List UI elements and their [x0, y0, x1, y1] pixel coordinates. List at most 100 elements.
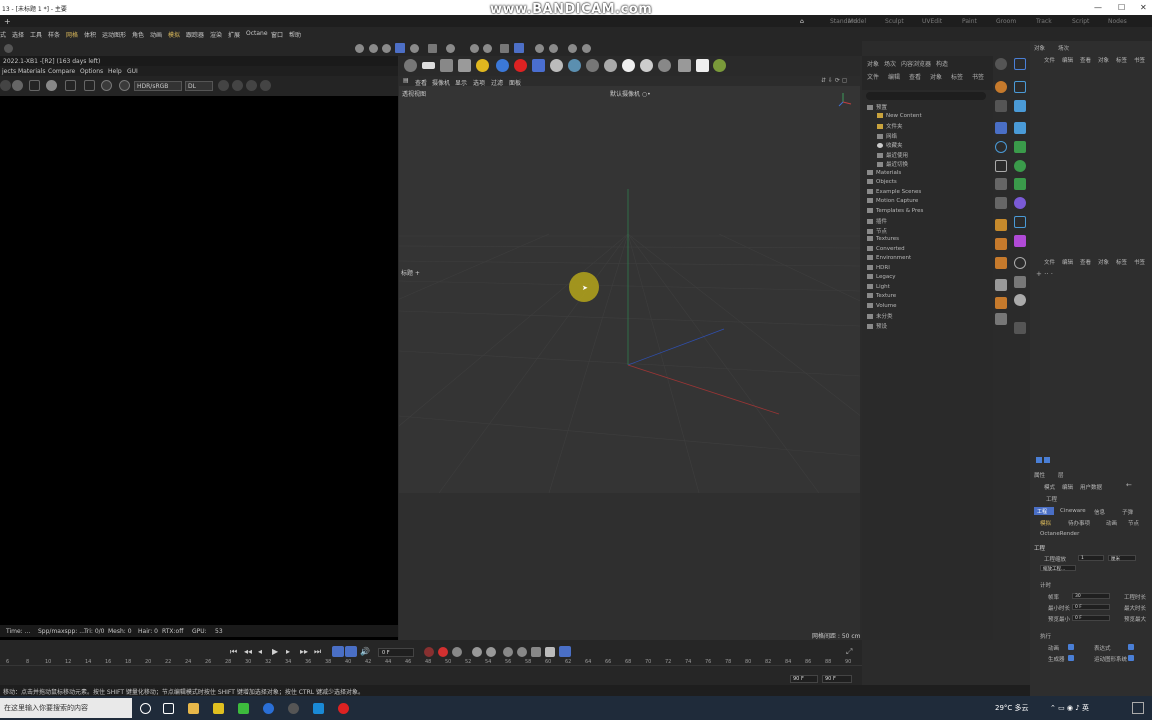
extra-tool-icon[interactable]	[1014, 322, 1026, 334]
checker-icon[interactable]	[696, 59, 709, 72]
universal-material-icon[interactable]	[640, 59, 653, 72]
goto-end-icon[interactable]: ⏭	[314, 647, 321, 657]
min-time-field[interactable]: 0 F	[1072, 604, 1110, 610]
tree-item[interactable]: Light	[867, 284, 890, 290]
tree-item[interactable]: 文件夹	[877, 122, 903, 130]
panel-menu-bookmark[interactable]: 书签	[972, 72, 984, 81]
focus-picker-icon[interactable]	[101, 80, 112, 91]
menu-item-14[interactable]: 窗口	[271, 30, 283, 39]
key-param-icon[interactable]	[517, 647, 527, 657]
rp-menu-object[interactable]: 对象	[1098, 56, 1109, 64]
tree-item[interactable]: 网络	[877, 132, 897, 140]
primitive-cube-icon[interactable]	[1014, 100, 1026, 112]
select-rect-icon[interactable]	[1014, 58, 1026, 70]
add-layer-icon[interactable]: + ·· ·	[1036, 270, 1053, 278]
specular-material-icon[interactable]	[586, 59, 599, 72]
maximize-button[interactable]: ☐	[1118, 3, 1125, 12]
restart-render-icon[interactable]	[46, 80, 57, 91]
tag-icon[interactable]	[440, 59, 453, 72]
tree-item[interactable]: Environment	[867, 255, 911, 261]
bandicam-icon[interactable]	[338, 703, 349, 714]
model-mode-icon[interactable]	[395, 43, 405, 53]
tree-item[interactable]: 未分类	[867, 312, 893, 320]
menu-item-4[interactable]: 网格	[66, 30, 78, 39]
keyframe-options-icon[interactable]	[452, 647, 462, 657]
menu-item-10[interactable]: 跟踪器	[186, 30, 204, 39]
menu-item-7[interactable]: 角色	[132, 30, 144, 39]
tree-item[interactable]: HDRI	[867, 265, 890, 271]
menu-item-12[interactable]: 扩展	[228, 30, 240, 39]
loop-mode-icon[interactable]	[332, 646, 344, 657]
move-icon[interactable]	[995, 100, 1007, 112]
daylight-icon[interactable]	[476, 59, 489, 72]
render-view-icon[interactable]	[568, 44, 577, 53]
workplane-tool-icon[interactable]	[995, 313, 1007, 325]
close-button[interactable]: ✕	[1140, 3, 1147, 12]
light-icon[interactable]	[1014, 294, 1026, 306]
menu-item-octane[interactable]: Octane	[246, 30, 268, 37]
rp2-menu-bookmark[interactable]: 书签	[1134, 258, 1145, 266]
prev-key-icon[interactable]: ◂◂	[244, 647, 252, 656]
panel-menu-file[interactable]: 文件	[867, 72, 879, 81]
tree-item[interactable]: Objects	[867, 179, 897, 185]
record-icon[interactable]	[424, 647, 434, 657]
transform-icon[interactable]	[995, 178, 1007, 190]
key-position-icon[interactable]	[472, 647, 482, 657]
viewport-nav-icons[interactable]: ⇵ ⇩ ⟳ ▢	[821, 77, 847, 84]
hdri-icon[interactable]	[496, 59, 509, 72]
perspective-viewport[interactable]	[399, 86, 860, 640]
camera-tool-icon[interactable]	[1014, 276, 1026, 288]
proj-tab-bullet[interactable]: 子弹	[1122, 508, 1133, 516]
panel-menu-tag[interactable]: 标签	[951, 72, 963, 81]
menu-item-11[interactable]: 渲染	[210, 30, 222, 39]
cinema4d-icon[interactable]	[288, 703, 299, 714]
layout-tab-icon[interactable]: ⌂	[800, 18, 804, 25]
tonemap-select[interactable]: HDR/sRGB	[134, 81, 182, 91]
tree-item[interactable]: Materials	[867, 170, 901, 176]
play-icon[interactable]: ▶	[272, 647, 278, 656]
octane-menu-materials[interactable]: Materials	[18, 68, 46, 75]
camera-icon[interactable]	[246, 80, 257, 91]
wechat-icon[interactable]	[238, 703, 249, 714]
menu-item-1[interactable]: 选择	[12, 30, 24, 39]
gen-checkbox[interactable]	[1068, 655, 1074, 661]
execute-section[interactable]: 执行	[1040, 632, 1051, 640]
snap-icon[interactable]	[355, 44, 364, 53]
workplane-icon[interactable]	[382, 44, 391, 53]
rp-menu-view[interactable]: 查看	[1080, 56, 1091, 64]
material-picker-icon[interactable]	[119, 80, 130, 91]
zoom-fit-icon[interactable]: ⤢	[846, 647, 852, 657]
menu-item-5[interactable]: 体积	[84, 30, 96, 39]
timing-section[interactable]: 计时	[1040, 581, 1051, 589]
layout-model[interactable]: Model	[848, 18, 866, 25]
rp2-menu-edit[interactable]: 编辑	[1062, 258, 1073, 266]
tree-item[interactable]: 预设	[867, 322, 887, 330]
layout-script[interactable]: Script	[1072, 18, 1089, 25]
taskbar-search-input[interactable]: 在这里输入你要搜索的内容	[0, 698, 132, 718]
scatter-icon[interactable]	[532, 59, 545, 72]
menu-item-15[interactable]: 帮助	[289, 30, 301, 39]
layout-groom[interactable]: Groom	[996, 18, 1016, 25]
tree-item[interactable]: 节点	[867, 227, 887, 235]
kernel-select[interactable]: DL	[185, 81, 213, 91]
layout-track[interactable]: Track	[1036, 18, 1052, 25]
tree-item[interactable]: Legacy	[867, 274, 896, 280]
key-scale-icon[interactable]	[503, 647, 513, 657]
brush-icon[interactable]	[995, 279, 1007, 291]
area-light-icon[interactable]	[422, 62, 435, 69]
clay-icon[interactable]	[232, 80, 243, 91]
next-key-icon[interactable]: ▸▸	[300, 647, 308, 656]
locked-icon[interactable]	[446, 44, 455, 53]
panel-tab-structure[interactable]: 构造	[936, 59, 948, 68]
tree-item[interactable]: 最近使用	[877, 151, 908, 159]
octane-menu-compare[interactable]: Compare	[48, 68, 75, 75]
vdb-icon[interactable]	[713, 59, 726, 72]
layout-icon[interactable]	[4, 44, 13, 53]
menu-item-0[interactable]: 式	[0, 30, 6, 39]
proj-tab-nodes[interactable]: 节点	[1128, 519, 1139, 527]
toon-material-icon[interactable]	[658, 59, 671, 72]
cortana-icon[interactable]	[140, 703, 151, 714]
expr-checkbox[interactable]	[1128, 644, 1134, 650]
attr-tab-attributes[interactable]: 属性	[1034, 471, 1045, 479]
settings-icon[interactable]	[260, 80, 271, 91]
